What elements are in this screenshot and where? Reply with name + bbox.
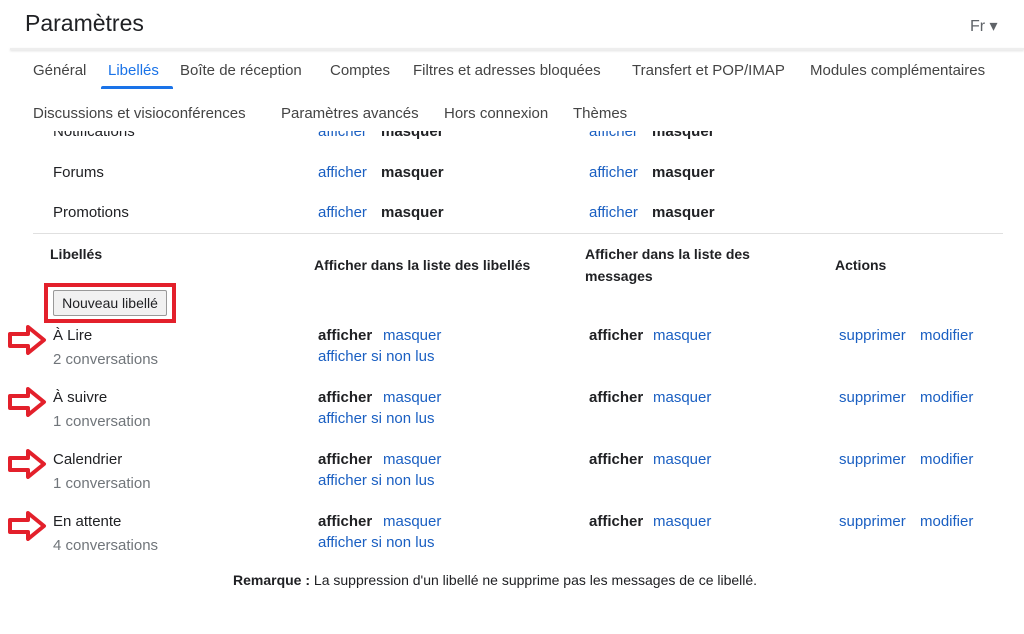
tab-4[interactable]: Filtres et adresses bloquées	[413, 62, 601, 79]
hide-in-label-list[interactable]: masquer	[383, 327, 441, 344]
edit-label-link[interactable]: modifier	[920, 451, 973, 468]
edit-label-link[interactable]: modifier	[920, 389, 973, 406]
category-name: Promotions	[53, 204, 129, 221]
hide-in-label-list[interactable]: masquer	[381, 204, 444, 221]
labels-settings: Notifications afficher masquer afficher masq…	[0, 131, 1024, 634]
red-arrow-icon	[8, 387, 46, 417]
label-name[interactable]: Calendrier	[53, 451, 122, 468]
show-in-label-list[interactable]: afficher	[318, 389, 372, 406]
show-in-label-list[interactable]: afficher	[318, 164, 367, 181]
hide-in-label-list[interactable]: masquer	[383, 451, 441, 468]
language-selector[interactable]: Fr ▾	[970, 16, 998, 36]
show-in-message-list[interactable]: afficher	[589, 513, 643, 530]
note-text: La suppression d'un libellé ne supprime …	[310, 572, 758, 588]
red-arrow-icon	[8, 325, 46, 355]
show-in-label-list[interactable]: afficher	[318, 131, 367, 140]
message-list-column-header-2: messages	[585, 268, 653, 284]
hide-in-message-list[interactable]: masquer	[652, 204, 715, 221]
label-count: 1 conversation	[53, 413, 151, 430]
message-list-column-header: Afficher dans la liste des	[585, 246, 750, 262]
red-arrow-icon	[8, 511, 46, 541]
tab-8[interactable]: Paramètres avancés	[281, 105, 419, 122]
show-in-message-list[interactable]: afficher	[589, 451, 643, 468]
show-in-message-list[interactable]: afficher	[589, 389, 643, 406]
label-name[interactable]: En attente	[53, 513, 121, 530]
label-count: 4 conversations	[53, 537, 159, 554]
tab-9[interactable]: Hors connexion	[444, 105, 548, 122]
edit-label-link[interactable]: modifier	[920, 327, 973, 344]
delete-label-link[interactable]: supprimer	[839, 327, 906, 344]
hide-in-label-list[interactable]: masquer	[383, 389, 441, 406]
show-in-label-list[interactable]: afficher	[318, 327, 372, 344]
delete-label-link[interactable]: supprimer	[839, 513, 906, 530]
label-name[interactable]: À suivre	[53, 389, 107, 406]
tab-10[interactable]: Thèmes	[573, 105, 627, 122]
hide-in-label-list[interactable]: masquer	[383, 513, 441, 530]
show-if-unread[interactable]: afficher si non lus	[318, 472, 434, 489]
show-in-message-list[interactable]: afficher	[589, 204, 638, 221]
page-title: Paramètres	[25, 10, 144, 36]
hide-in-message-list[interactable]: masquer	[653, 327, 711, 344]
show-if-unread[interactable]: afficher si non lus	[318, 410, 434, 427]
label-list-column-header: Afficher dans la liste des libellés	[314, 257, 531, 273]
hide-in-message-list[interactable]: masquer	[653, 389, 711, 406]
show-in-label-list[interactable]: afficher	[318, 513, 372, 530]
show-if-unread[interactable]: afficher si non lus	[318, 534, 434, 551]
red-arrow-icon	[8, 449, 46, 479]
label-count: 2 conversations	[53, 351, 159, 368]
category-name: Notifications	[53, 131, 135, 140]
note: Remarque : La suppression d'un libellé n…	[233, 572, 757, 588]
edit-label-link[interactable]: modifier	[920, 513, 973, 530]
tab-7[interactable]: Discussions et visioconférences	[33, 105, 246, 122]
hide-in-label-list[interactable]: masquer	[381, 131, 444, 140]
active-tab-indicator	[101, 86, 173, 89]
show-in-message-list[interactable]: afficher	[589, 164, 638, 181]
hide-in-label-list[interactable]: masquer	[381, 164, 444, 181]
tab-0[interactable]: Général	[33, 62, 86, 79]
label-name[interactable]: À Lire	[53, 327, 92, 344]
tab-6[interactable]: Modules complémentaires	[810, 62, 985, 79]
show-in-label-list[interactable]: afficher	[318, 204, 367, 221]
hide-in-message-list[interactable]: masquer	[653, 451, 711, 468]
labels-column-header: Libellés	[50, 246, 103, 262]
tab-3[interactable]: Comptes	[330, 62, 390, 79]
tab-1[interactable]: Libellés	[108, 62, 159, 79]
delete-label-link[interactable]: supprimer	[839, 451, 906, 468]
show-in-message-list[interactable]: afficher	[589, 327, 643, 344]
show-in-message-list[interactable]: afficher	[589, 131, 638, 140]
category-name: Forums	[53, 164, 104, 181]
delete-label-link[interactable]: supprimer	[839, 389, 906, 406]
section-divider	[33, 233, 1003, 234]
label-count: 1 conversation	[53, 475, 151, 492]
show-if-unread[interactable]: afficher si non lus	[318, 348, 434, 365]
hide-in-message-list[interactable]: masquer	[652, 131, 715, 140]
hide-in-message-list[interactable]: masquer	[653, 513, 711, 530]
actions-column-header: Actions	[835, 257, 887, 273]
header-divider	[10, 48, 1024, 50]
tab-5[interactable]: Transfert et POP/IMAP	[632, 62, 785, 79]
new-label-button[interactable]: Nouveau libellé	[53, 290, 167, 316]
note-label: Remarque :	[233, 572, 311, 588]
hide-in-message-list[interactable]: masquer	[652, 164, 715, 181]
show-in-label-list[interactable]: afficher	[318, 451, 372, 468]
tab-2[interactable]: Boîte de réception	[180, 62, 302, 79]
